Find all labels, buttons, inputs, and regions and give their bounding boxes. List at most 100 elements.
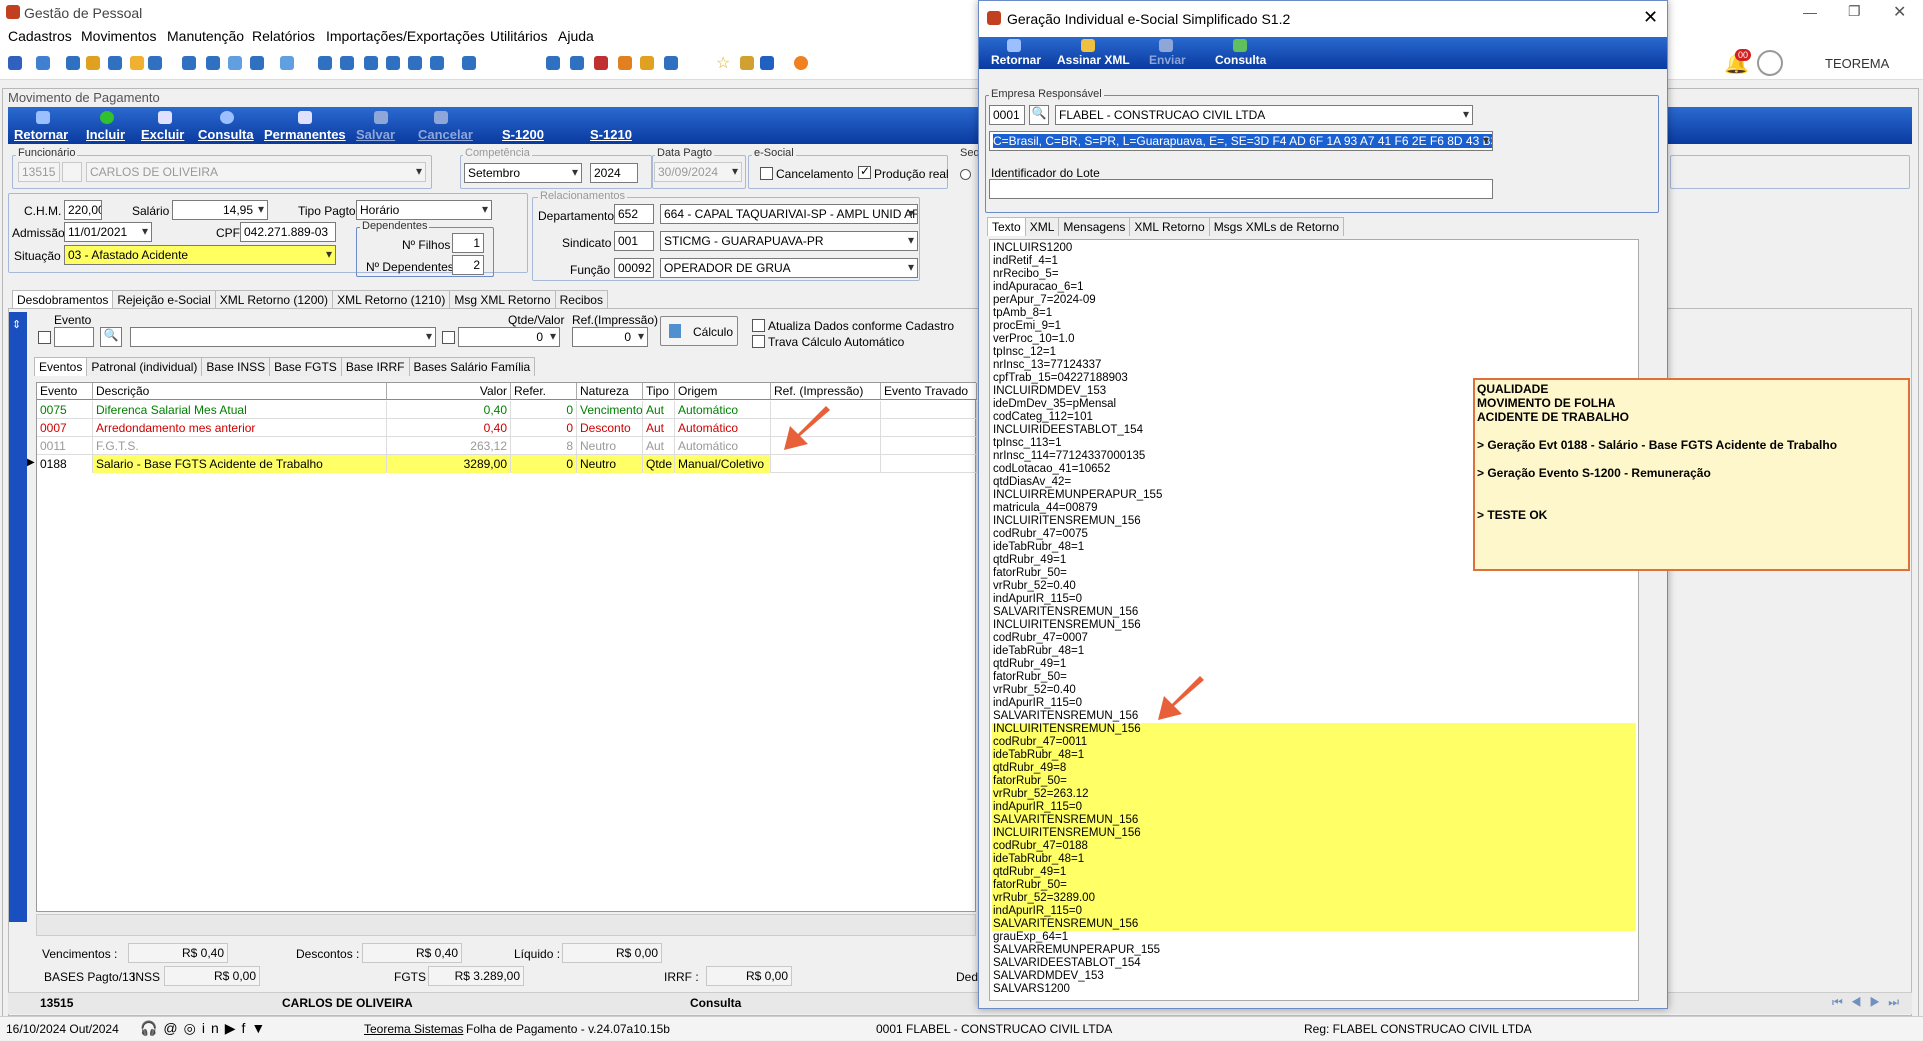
- salario-field[interactable]: 14,95: [172, 200, 268, 220]
- tab-desdobramentos[interactable]: Desdobramentos: [12, 290, 114, 309]
- situacao-select[interactable]: 03 - Afastado Acidente: [64, 245, 336, 265]
- col-header-evento-travado[interactable]: Evento Travado: [881, 383, 977, 400]
- col-header-natureza[interactable]: Natureza: [577, 383, 643, 400]
- toolbar-icon[interactable]: [130, 56, 144, 70]
- retornar-button[interactable]: Retornar: [14, 127, 68, 142]
- s1200-button[interactable]: S-1200: [502, 127, 544, 142]
- menu-manutencao[interactable]: Manutenção: [167, 28, 244, 44]
- dialog-close-icon[interactable]: ✕: [1643, 7, 1658, 28]
- toolbar-icon[interactable]: [462, 56, 476, 70]
- tab-xml-retorno[interactable]: XML Retorno: [1129, 217, 1210, 236]
- tab-mensagens[interactable]: Mensagens: [1058, 217, 1131, 236]
- cancelamento-checkbox[interactable]: [760, 167, 773, 180]
- certificado-select[interactable]: C=Brasil, C=BR, S=PR, L=Guarapuava, E=, …: [989, 131, 1493, 151]
- toolbar-icon[interactable]: [618, 56, 632, 70]
- filhos-field[interactable]: 1: [452, 233, 484, 253]
- col-header-ref-impressao[interactable]: Ref. (Impressão): [771, 383, 881, 400]
- calculo-button[interactable]: Cálculo: [660, 316, 738, 346]
- tab-base-inss[interactable]: Base INSS: [201, 357, 271, 376]
- admissao-field[interactable]: 11/01/2021: [64, 222, 152, 242]
- toolbar-icon[interactable]: [148, 56, 162, 70]
- assinar-xml-button[interactable]: Assinar XML: [1057, 53, 1130, 67]
- toolbar-icon[interactable]: [340, 56, 354, 70]
- table-row[interactable]: 0011 F.G.T.S. 263,12 8 Neutro Aut Automá…: [37, 437, 977, 455]
- col-header-tipo[interactable]: Tipo: [643, 383, 675, 400]
- side-icon[interactable]: ⇕: [12, 318, 21, 331]
- evento-search-button[interactable]: 🔍: [100, 327, 122, 347]
- toolbar-icon[interactable]: [570, 56, 584, 70]
- col-header-refer[interactable]: Refer.: [511, 383, 577, 400]
- tab-msgs-xmls-retorno[interactable]: Msgs XMLs de Retorno: [1208, 217, 1345, 236]
- tab-texto[interactable]: Texto: [987, 217, 1026, 236]
- toolbar-icon[interactable]: [408, 56, 422, 70]
- s1210-button[interactable]: S-1210: [590, 127, 632, 142]
- sindicato-code[interactable]: 001: [614, 231, 654, 251]
- data-pagto-field[interactable]: 30/09/2024: [654, 162, 742, 182]
- tab-base-irrf[interactable]: Base IRRF: [340, 357, 410, 376]
- ref-field[interactable]: 0: [572, 327, 648, 347]
- maximize-icon[interactable]: ❐: [1848, 3, 1861, 20]
- empresa-code[interactable]: 0001: [989, 105, 1025, 125]
- tab-xml-retorno-1200[interactable]: XML Retorno (1200): [214, 290, 334, 309]
- tab-xml[interactable]: XML: [1024, 217, 1060, 236]
- evento-checkbox[interactable]: [38, 331, 51, 344]
- toolbar-icon[interactable]: [206, 56, 220, 70]
- departamento-select[interactable]: 664 - CAPAL TAQUARIVAI-SP - AMPL UNID AR…: [660, 204, 918, 224]
- tab-base-fgts[interactable]: Base FGTS: [269, 357, 342, 376]
- tab-rejeicao[interactable]: Rejeição e-Social: [112, 290, 216, 309]
- funcao-code[interactable]: 00092: [614, 258, 654, 278]
- competencia-month[interactable]: Setembro: [464, 163, 582, 183]
- tab-recibos[interactable]: Recibos: [554, 290, 608, 309]
- competencia-year[interactable]: 2024: [590, 163, 638, 183]
- toolbar-icon[interactable]: [386, 56, 400, 70]
- toolbar-icon[interactable]: [594, 56, 608, 70]
- at-icon[interactable]: [318, 56, 332, 70]
- seq-radio[interactable]: [960, 169, 971, 180]
- tab-eventos[interactable]: Eventos: [34, 357, 88, 376]
- consulta-button[interactable]: Consulta: [198, 127, 254, 142]
- menu-relatorios[interactable]: Relatórios: [252, 28, 315, 44]
- toolbar-icon[interactable]: [182, 56, 196, 70]
- toolbar-icon[interactable]: [430, 56, 444, 70]
- menu-ajuda[interactable]: Ajuda: [558, 28, 594, 44]
- clock-icon[interactable]: [86, 56, 100, 70]
- avatar[interactable]: [1757, 50, 1783, 76]
- toolbar-icon[interactable]: [228, 56, 242, 70]
- sindicato-select[interactable]: STICMG - GUARAPUAVA-PR: [660, 231, 918, 251]
- funcionario-code[interactable]: 13515: [18, 162, 60, 182]
- cpf-field[interactable]: 042.271.889-03: [240, 222, 336, 242]
- trava-checkbox[interactable]: [752, 335, 765, 348]
- menu-cadastros[interactable]: Cadastros: [8, 28, 72, 44]
- evento-select[interactable]: [130, 327, 436, 347]
- toolbar-icon[interactable]: [250, 56, 264, 70]
- dependentes-field[interactable]: 2: [452, 255, 484, 275]
- teorema-link[interactable]: Teorema Sistemas: [364, 1022, 463, 1036]
- empresa-search-button[interactable]: 🔍: [1029, 105, 1049, 125]
- menu-utilitarios[interactable]: Utilitários: [490, 28, 548, 44]
- enviar-button[interactable]: Enviar: [1149, 53, 1186, 67]
- chm-field[interactable]: 220,00: [64, 200, 102, 220]
- tab-patronal[interactable]: Patronal (individual): [86, 357, 203, 376]
- evento-field[interactable]: [54, 327, 94, 347]
- producao-checkbox[interactable]: [858, 164, 871, 179]
- col-header-descricao[interactable]: Descrição: [93, 383, 387, 400]
- toolbar-icon[interactable]: [364, 56, 378, 70]
- toolbar-icon[interactable]: [740, 56, 754, 70]
- col-header-valor[interactable]: Valor: [387, 383, 511, 400]
- funcionario-search-button[interactable]: [62, 162, 82, 182]
- col-header-origem[interactable]: Origem: [675, 383, 771, 400]
- toolbar-icon[interactable]: [546, 56, 560, 70]
- permanentes-button[interactable]: Permanentes: [264, 127, 346, 142]
- funcao-select[interactable]: OPERADOR DE GRUA: [660, 258, 918, 278]
- atualiza-checkbox[interactable]: [752, 319, 765, 332]
- tab-xml-retorno-1210[interactable]: XML Retorno (1210): [332, 290, 451, 309]
- toolbar-icon[interactable]: [8, 56, 22, 70]
- toolbar-icon[interactable]: [36, 56, 50, 70]
- funcionario-name[interactable]: CARLOS DE OLIVEIRA: [86, 162, 426, 182]
- lock-icon[interactable]: [640, 56, 654, 70]
- toolbar-icon[interactable]: [664, 56, 678, 70]
- social-icons[interactable]: 🎧@◎in▶f▼: [140, 1020, 271, 1037]
- empresa-select[interactable]: FLABEL - CONSTRUCAO CIVIL LTDA: [1055, 105, 1473, 125]
- tipo-pagto-select[interactable]: Horário: [356, 200, 492, 220]
- menu-importacoes[interactable]: Importações/Exportações: [326, 28, 485, 44]
